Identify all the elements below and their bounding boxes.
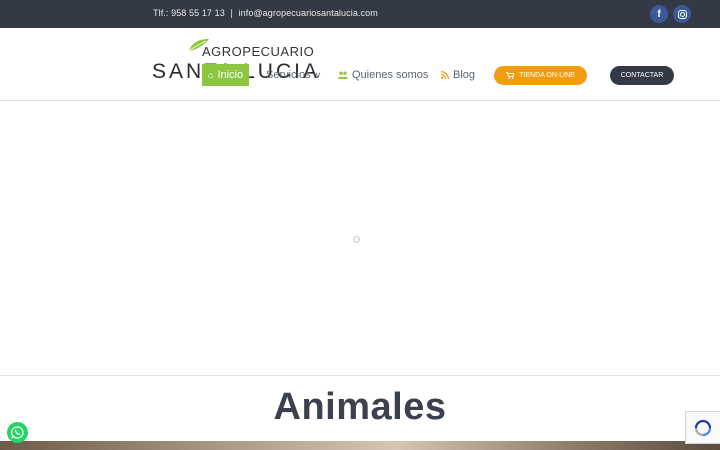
chevron-down-icon: ∨ — [314, 69, 322, 80]
tienda-online-button[interactable]: TIENDA ON-LINE — [494, 66, 587, 85]
nav-label-blog: Blog — [453, 69, 476, 81]
nav-label-servicios: Servicios — [266, 69, 311, 81]
instagram-icon[interactable] — [673, 5, 691, 23]
nav-label-inicio: Inicio — [217, 69, 244, 81]
home-icon: ⌂ — [208, 70, 214, 80]
cart-icon — [506, 72, 515, 79]
nav-item-quienes-somos[interactable]: Quienes somos — [338, 69, 428, 81]
loading-spinner-icon — [353, 236, 360, 243]
rss-icon — [441, 71, 449, 79]
nav-label-quienes-somos: Quienes somos — [352, 69, 429, 81]
contactar-button[interactable]: CONTACTAR — [610, 66, 674, 85]
recaptcha-badge[interactable] — [685, 411, 720, 444]
hero-slider — [0, 102, 720, 376]
nav-item-servicios[interactable]: Servicios ∨ — [266, 69, 321, 81]
nav-item-blog[interactable]: Blog — [441, 69, 475, 81]
whatsapp-icon[interactable] — [7, 422, 28, 443]
nav-item-inicio[interactable]: ⌂ Inicio — [202, 64, 250, 86]
recaptcha-icon — [694, 419, 712, 436]
contact-separator: | — [230, 8, 233, 18]
logo-line-1: AGROPECUARIO — [202, 44, 315, 59]
contactar-label: CONTACTAR — [620, 72, 664, 79]
instagram-glyph — [677, 9, 687, 19]
facebook-glyph: f — [657, 8, 661, 20]
phone-number[interactable]: Tlf.: 958 55 17 13 — [153, 8, 225, 18]
contact-info: Tlf.: 958 55 17 13 | info@agropecuariosa… — [153, 8, 378, 18]
animals-image-strip — [0, 441, 720, 450]
tienda-online-label: TIENDA ON-LINE — [519, 72, 575, 79]
section-title: Animales — [273, 386, 447, 428]
users-icon — [338, 71, 348, 79]
site-header: AGROPECUARIO SANTA LUCIA ⌂ Inicio Servic… — [0, 28, 720, 101]
whatsapp-glyph — [11, 426, 24, 439]
facebook-icon[interactable]: f — [650, 5, 668, 23]
top-bar: Tlf.: 958 55 17 13 | info@agropecuariosa… — [0, 0, 720, 28]
email-link[interactable]: info@agropecuariosantalucia.com — [239, 8, 378, 18]
